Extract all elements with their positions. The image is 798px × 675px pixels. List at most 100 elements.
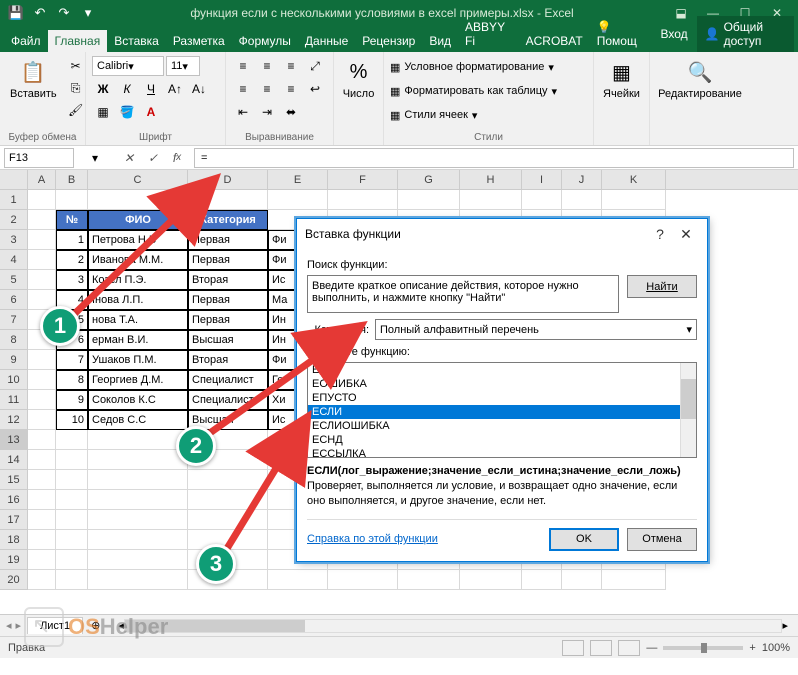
cell[interactable] [602, 570, 666, 590]
cell[interactable] [56, 430, 88, 450]
cell[interactable]: 3 [56, 270, 88, 290]
orientation-icon[interactable]: ⤢ [304, 56, 326, 76]
conditional-format-button[interactable]: ▦ Условное форматирование ▾ [390, 56, 587, 78]
view-normal-icon[interactable] [562, 640, 584, 656]
row-header[interactable]: 11 [0, 390, 28, 410]
function-list-item[interactable]: ЕСЛИ [308, 405, 696, 419]
format-as-table-button[interactable]: ▦ Форматировать как таблицу ▾ [390, 80, 587, 102]
row-header[interactable]: 16 [0, 490, 28, 510]
row-header[interactable]: 8 [0, 330, 28, 350]
cell[interactable]: Первая [188, 250, 268, 270]
col-header-C[interactable]: C [88, 170, 188, 189]
cell[interactable] [28, 510, 56, 530]
dialog-close-icon[interactable]: ✕ [673, 226, 699, 243]
italic-button[interactable]: К [116, 79, 138, 99]
cell[interactable] [562, 570, 602, 590]
font-color-button[interactable]: A [140, 102, 162, 122]
cell[interactable] [522, 570, 562, 590]
cell[interactable]: 7 [56, 350, 88, 370]
cell[interactable]: Специалист [188, 370, 268, 390]
cell[interactable] [28, 250, 56, 270]
tab-formulas[interactable]: Формулы [232, 30, 298, 52]
cell[interactable]: Вторая [188, 270, 268, 290]
row-header[interactable]: 5 [0, 270, 28, 290]
row-header[interactable]: 7 [0, 310, 28, 330]
dialog-help-icon[interactable]: ? [647, 226, 673, 242]
cell[interactable] [88, 450, 188, 470]
cell[interactable]: 1 [56, 230, 88, 250]
align-middle-icon[interactable]: ≡ [256, 56, 278, 76]
font-name-combo[interactable]: Calibri ▾ [92, 56, 164, 76]
function-list-item[interactable]: ЕПУСТО [308, 391, 696, 405]
cell[interactable]: Петрова Н.В [88, 230, 188, 250]
row-header[interactable]: 12 [0, 410, 28, 430]
formula-input[interactable]: = [194, 148, 794, 168]
cell[interactable]: 2 [56, 250, 88, 270]
cell[interactable] [398, 570, 460, 590]
cell[interactable] [56, 470, 88, 490]
row-header[interactable]: 15 [0, 470, 28, 490]
sheet-prev-icon[interactable]: ◂ [6, 619, 12, 632]
zoom-slider[interactable] [663, 646, 743, 650]
tab-acrobat[interactable]: ACROBAT [519, 30, 590, 52]
align-top-icon[interactable]: ≡ [232, 56, 254, 76]
cell[interactable] [88, 190, 188, 210]
cell[interactable]: Козел П.Э. [88, 270, 188, 290]
align-center-icon[interactable]: ≡ [256, 79, 278, 99]
cell[interactable] [28, 410, 56, 430]
cell[interactable] [56, 190, 88, 210]
align-bottom-icon[interactable]: ≡ [280, 56, 302, 76]
cell[interactable] [268, 190, 328, 210]
indent-dec-icon[interactable]: ⇤ [232, 102, 254, 122]
row-header[interactable]: 14 [0, 450, 28, 470]
cell[interactable]: Інова Л.П. [88, 290, 188, 310]
cell[interactable] [28, 490, 56, 510]
row-header[interactable]: 19 [0, 550, 28, 570]
cell[interactable] [188, 510, 268, 530]
tab-view[interactable]: Вид [422, 30, 458, 52]
border-button[interactable]: ▦ [92, 102, 114, 122]
cells-button[interactable]: ▦ Ячейки [600, 56, 643, 102]
cell[interactable] [28, 550, 56, 570]
cell[interactable] [460, 570, 522, 590]
cell[interactable] [28, 270, 56, 290]
cell[interactable] [398, 190, 460, 210]
cut-icon[interactable]: ✂ [65, 56, 87, 76]
cell[interactable]: Георгиев Д.М. [88, 370, 188, 390]
cell[interactable] [56, 490, 88, 510]
cell[interactable] [88, 510, 188, 530]
cell[interactable] [56, 550, 88, 570]
row-header[interactable]: 1 [0, 190, 28, 210]
font-grow-button[interactable]: A↑ [164, 79, 186, 99]
number-format-button[interactable]: % Число [340, 56, 377, 102]
cell-styles-button[interactable]: ▦ Стили ячеек ▾ [390, 104, 587, 126]
col-header-H[interactable]: H [460, 170, 522, 189]
indent-inc-icon[interactable]: ⇥ [256, 102, 278, 122]
horizontal-scrollbar[interactable]: ◂ ▸ [108, 619, 798, 633]
cell[interactable] [88, 470, 188, 490]
row-header[interactable]: 20 [0, 570, 28, 590]
align-left-icon[interactable]: ≡ [232, 79, 254, 99]
cell[interactable] [28, 230, 56, 250]
col-header-F[interactable]: F [328, 170, 398, 189]
function-list-item[interactable]: ЕСЛИОШИБКА [308, 419, 696, 433]
cell[interactable]: Седов С.С [88, 410, 188, 430]
qat-dropdown-icon[interactable]: ▾ [78, 3, 98, 23]
cell[interactable]: 10 [56, 410, 88, 430]
cell[interactable]: Высшая [188, 330, 268, 350]
underline-button[interactable]: Ч [140, 79, 162, 99]
row-header[interactable]: 17 [0, 510, 28, 530]
cell[interactable] [56, 570, 88, 590]
merge-icon[interactable]: ⬌ [280, 102, 302, 122]
row-header[interactable]: 3 [0, 230, 28, 250]
zoom-out-icon[interactable]: ― [646, 642, 657, 654]
cell[interactable]: ерман В.И. [88, 330, 188, 350]
cell[interactable] [88, 430, 188, 450]
function-help-link[interactable]: Справка по этой функции [307, 533, 438, 545]
cell[interactable]: нова Т.А. [88, 310, 188, 330]
cell[interactable] [328, 190, 398, 210]
cell[interactable] [28, 390, 56, 410]
editing-button[interactable]: 🔍 Редактирование [656, 56, 744, 102]
cell[interactable] [88, 530, 188, 550]
signin-button[interactable]: Вход [653, 23, 694, 45]
